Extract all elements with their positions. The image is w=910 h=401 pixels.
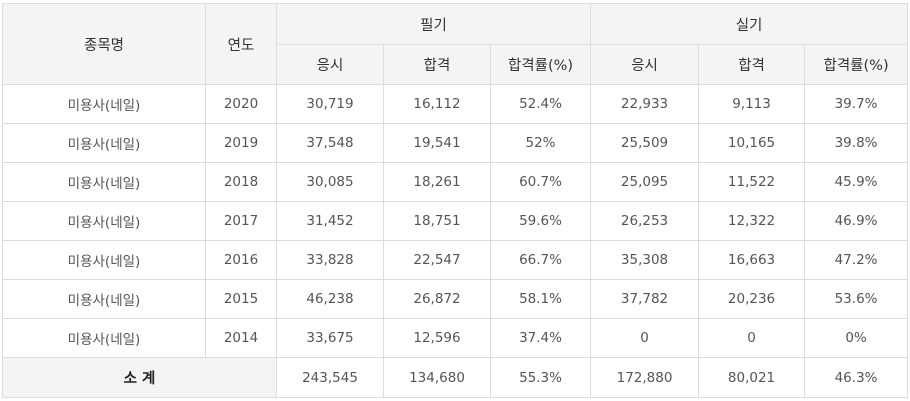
year-cell: 2015 xyxy=(205,279,277,319)
subtotal-written-pass-rate: 55.3% xyxy=(489,357,592,398)
practical-applicants-cell: 37,782 xyxy=(590,279,700,319)
practical-pass-rate-cell: 53.6% xyxy=(804,279,909,319)
subtotal-written-applicants: 243,545 xyxy=(276,357,384,398)
practical-applicants-cell: 35,308 xyxy=(590,240,700,280)
written-pass-rate-cell: 66.7% xyxy=(489,240,592,280)
practical-exam-header: 실기 xyxy=(590,3,909,45)
practical-pass-rate-cell: 46.9% xyxy=(804,201,909,241)
practical-pass-rate-cell: 0% xyxy=(804,318,909,358)
written-pass-rate-cell: 52% xyxy=(489,123,592,163)
subtotal-written-passed: 134,680 xyxy=(383,357,491,398)
subtotal-practical-pass-rate: 46.3% xyxy=(804,357,909,398)
written-pass-rate-cell: 52.4% xyxy=(489,84,592,124)
practical-passed-cell: 16,663 xyxy=(698,240,806,280)
written-passed-cell: 26,872 xyxy=(383,279,491,319)
written-passed-cell: 19,541 xyxy=(383,123,491,163)
practical-passed-cell: 9,113 xyxy=(698,84,806,124)
written-applicants-cell: 46,238 xyxy=(276,279,384,319)
subtotal-practical-applicants: 172,880 xyxy=(590,357,700,398)
practical-passed-cell: 20,236 xyxy=(698,279,806,319)
written-applicants-cell: 30,719 xyxy=(276,84,384,124)
written-passed-header: 합격 xyxy=(383,44,491,85)
written-passed-cell: 16,112 xyxy=(383,84,491,124)
year-header: 연도 xyxy=(205,3,277,85)
subtotal-row: 소 계 243,545 134,680 55.3% 172,880 80,021… xyxy=(2,357,909,398)
practical-passed-cell: 10,165 xyxy=(698,123,806,163)
practical-pass-rate-header: 합격률(%) xyxy=(804,44,909,85)
written-pass-rate-cell: 60.7% xyxy=(489,162,592,202)
year-cell: 2019 xyxy=(205,123,277,163)
table-row: 미용사(네일) 2017 31,452 18,751 59.6% 26,253 … xyxy=(2,201,909,241)
practical-passed-header: 합격 xyxy=(698,44,806,85)
year-cell: 2017 xyxy=(205,201,277,241)
table-row: 미용사(네일) 2020 30,719 16,112 52.4% 22,933 … xyxy=(2,84,909,124)
written-exam-header: 필기 xyxy=(275,3,592,45)
year-cell: 2018 xyxy=(205,162,277,202)
practical-passed-cell: 11,522 xyxy=(698,162,806,202)
written-passed-cell: 18,751 xyxy=(383,201,491,241)
written-applicants-header: 응시 xyxy=(276,44,384,85)
written-pass-rate-header: 합격률(%) xyxy=(489,44,592,85)
practical-pass-rate-cell: 39.8% xyxy=(804,123,909,163)
written-applicants-cell: 33,828 xyxy=(276,240,384,280)
item-name-cell: 미용사(네일) xyxy=(2,201,206,241)
table-row: 미용사(네일) 2018 30,085 18,261 60.7% 25,095 … xyxy=(2,162,909,202)
written-pass-rate-cell: 59.6% xyxy=(489,201,592,241)
practical-applicants-cell: 26,253 xyxy=(590,201,700,241)
practical-passed-cell: 12,322 xyxy=(698,201,806,241)
practical-applicants-cell: 25,509 xyxy=(590,123,700,163)
practical-applicants-cell: 22,933 xyxy=(590,84,700,124)
item-name-cell: 미용사(네일) xyxy=(2,279,206,319)
written-applicants-cell: 37,548 xyxy=(276,123,384,163)
year-cell: 2020 xyxy=(205,84,277,124)
exam-statistics-table: 종목명 연도 필기 실기 응시 합격 합격률(%) 응시 합격 합격률(%) 미… xyxy=(2,3,909,398)
table-row: 미용사(네일) 2014 33,675 12,596 37.4% 0 0 0% xyxy=(2,318,909,358)
practical-applicants-header: 응시 xyxy=(590,44,700,85)
header-row-main: 종목명 연도 필기 실기 xyxy=(2,3,909,85)
written-pass-rate-cell: 58.1% xyxy=(489,279,592,319)
item-name-cell: 미용사(네일) xyxy=(2,123,206,163)
item-name-cell: 미용사(네일) xyxy=(2,162,206,202)
item-name-cell: 미용사(네일) xyxy=(2,84,206,124)
table-row: 미용사(네일) 2019 37,548 19,541 52% 25,509 10… xyxy=(2,123,909,163)
written-passed-cell: 18,261 xyxy=(383,162,491,202)
subtotal-practical-passed: 80,021 xyxy=(698,357,806,398)
written-passed-cell: 22,547 xyxy=(383,240,491,280)
practical-applicants-cell: 0 xyxy=(590,318,700,358)
subtotal-label: 소 계 xyxy=(2,357,277,398)
table-row: 미용사(네일) 2016 33,828 22,547 66.7% 35,308 … xyxy=(2,240,909,280)
written-pass-rate-cell: 37.4% xyxy=(489,318,592,358)
item-name-cell: 미용사(네일) xyxy=(2,318,206,358)
written-applicants-cell: 30,085 xyxy=(276,162,384,202)
practical-applicants-cell: 25,095 xyxy=(590,162,700,202)
practical-pass-rate-cell: 45.9% xyxy=(804,162,909,202)
year-cell: 2016 xyxy=(205,240,277,280)
item-name-header: 종목명 xyxy=(2,3,206,85)
item-name-cell: 미용사(네일) xyxy=(2,240,206,280)
table-row: 미용사(네일) 2015 46,238 26,872 58.1% 37,782 … xyxy=(2,279,909,319)
practical-passed-cell: 0 xyxy=(698,318,806,358)
written-passed-cell: 12,596 xyxy=(383,318,491,358)
practical-pass-rate-cell: 39.7% xyxy=(804,84,909,124)
practical-pass-rate-cell: 47.2% xyxy=(804,240,909,280)
written-applicants-cell: 33,675 xyxy=(276,318,384,358)
written-applicants-cell: 31,452 xyxy=(276,201,384,241)
year-cell: 2014 xyxy=(205,318,277,358)
